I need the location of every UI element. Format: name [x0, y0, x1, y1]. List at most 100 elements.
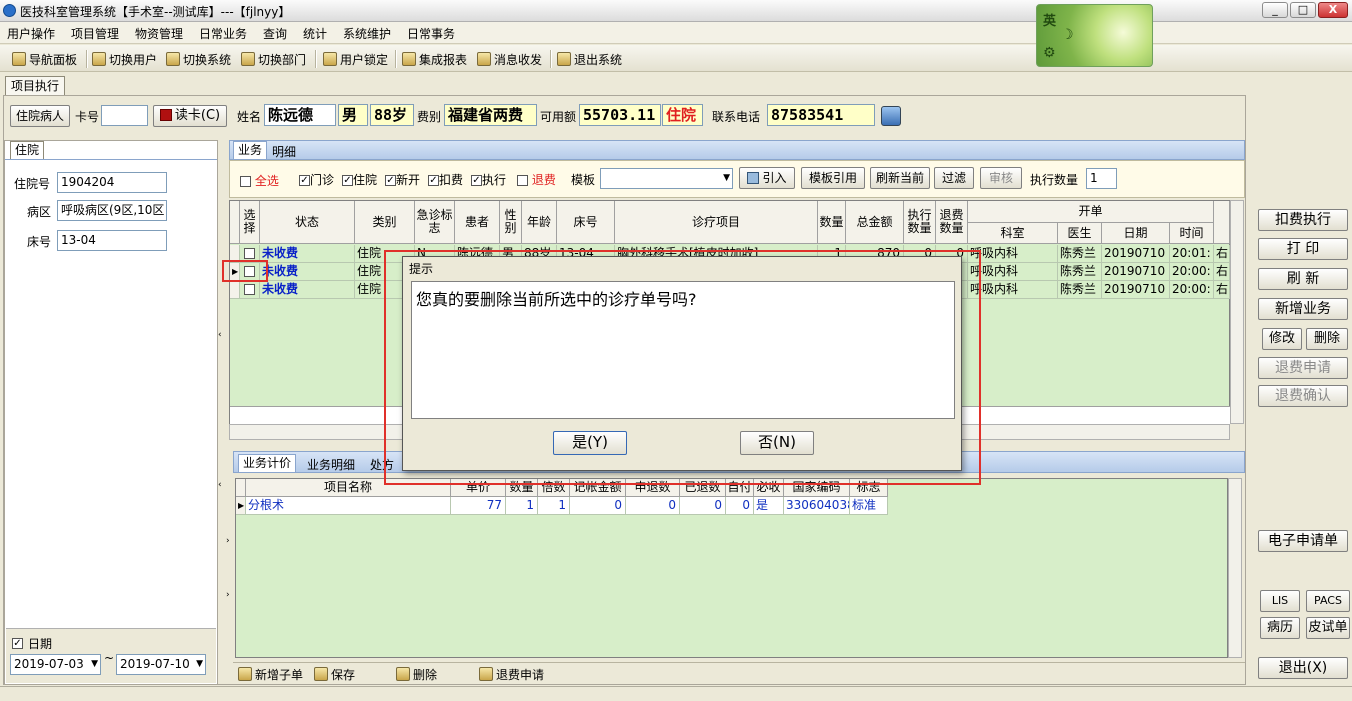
deduct-execute-button[interactable]: 扣费执行 — [1258, 209, 1348, 231]
collapse-left-icon[interactable]: ‹ — [218, 330, 226, 350]
gear-icon[interactable]: ⚙ — [1043, 45, 1056, 61]
no-button[interactable]: 否(N) — [740, 431, 814, 455]
ward-input[interactable]: 呼吸病区(9区,10区 — [57, 200, 167, 221]
col-type[interactable]: 类别 — [355, 201, 415, 244]
print-button[interactable]: 打 印 — [1258, 238, 1348, 260]
moon-icon: ☽ — [1061, 27, 1074, 43]
col-date[interactable]: 日期 — [1102, 223, 1170, 244]
menu-material-mgmt[interactable]: 物资管理 — [135, 25, 183, 42]
tab-project-execute[interactable]: 项目执行 — [5, 76, 66, 96]
delete-button[interactable]: 删除 — [396, 664, 437, 684]
ime-theme-widget[interactable]: 英 ☽ ⚙ — [1036, 4, 1153, 67]
col-select[interactable]: 选择 — [240, 201, 260, 244]
read-card-button[interactable]: 读卡(C) — [153, 105, 227, 127]
col-qty[interactable]: 数量 — [818, 201, 846, 244]
import-button[interactable]: 引入 — [739, 167, 795, 189]
col-age[interactable]: 年龄 — [522, 201, 557, 244]
nav-panel-button[interactable]: 导航面板 — [12, 49, 77, 69]
col-urgent[interactable]: 急诊标志 — [415, 201, 455, 244]
inpatient-no-input[interactable]: 1904204 — [57, 172, 167, 193]
tab-business[interactable]: 业务 — [233, 141, 268, 159]
date-from-picker[interactable]: 2019-07-03 ▼ — [10, 654, 101, 675]
tab-business-detail[interactable]: 业务明细 — [307, 456, 355, 473]
add-child-order-button[interactable]: 新增子单 — [238, 664, 303, 684]
switch-system-button[interactable]: 切换系统 — [166, 49, 231, 69]
tab-pricing[interactable]: 业务计价 — [238, 454, 297, 472]
executed-checkbox[interactable]: ✓执行 — [471, 171, 506, 188]
yes-button[interactable]: 是(Y) — [553, 431, 627, 455]
date-filter-checkbox[interactable]: ✓ — [12, 636, 23, 650]
menu-system-maint[interactable]: 系统维护 — [343, 25, 391, 42]
row-select-checkbox[interactable] — [240, 281, 260, 299]
menu-query[interactable]: 查询 — [263, 25, 287, 42]
template-select[interactable]: ▼ — [600, 168, 733, 189]
user-lock-button[interactable]: 用户锁定 — [323, 49, 388, 69]
close-button[interactable]: X — [1318, 2, 1348, 18]
refund-apply-side-button[interactable]: 退费申请 — [1258, 357, 1348, 379]
filter-button[interactable]: 过滤 — [934, 167, 974, 189]
audit-button[interactable]: 审核 — [980, 167, 1022, 189]
exit-button[interactable]: 退出(X) — [1258, 657, 1348, 679]
collapse-left-icon[interactable]: ‹ — [218, 480, 226, 500]
delete-side-button[interactable]: 删除 — [1306, 328, 1348, 350]
date-to-picker[interactable]: 2019-07-10 ▼ — [116, 654, 206, 675]
new-checkbox[interactable]: ✓新开 — [385, 171, 420, 188]
exit-system-button[interactable]: 退出系统 — [557, 49, 622, 69]
inpatient-checkbox[interactable]: ✓住院 — [342, 171, 377, 188]
expand-right-icon[interactable]: › — [226, 590, 234, 610]
save-button[interactable]: 保存 — [314, 664, 355, 684]
refresh-button[interactable]: 刷 新 — [1258, 268, 1348, 290]
card-number-input[interactable] — [101, 105, 148, 126]
col-status[interactable]: 状态 — [260, 201, 355, 244]
menu-daily-business[interactable]: 日常业务 — [199, 25, 247, 42]
menu-user-ops[interactable]: 用户操作 — [7, 25, 55, 42]
menu-statistics[interactable]: 统计 — [303, 25, 327, 42]
row-indicator[interactable] — [230, 281, 240, 299]
e-request-button[interactable]: 电子申请单 — [1258, 530, 1348, 552]
refresh-current-button[interactable]: 刷新当前 — [870, 167, 930, 189]
tab-inpatient[interactable]: 住院 — [10, 141, 45, 159]
patient-age: 88岁 — [370, 104, 414, 126]
select-all-checkbox[interactable]: 全选 — [240, 172, 279, 189]
col-time[interactable]: 时间 — [1170, 223, 1214, 244]
grid1-vscrollbar[interactable] — [1230, 200, 1244, 424]
exec-qty-input[interactable]: 1 — [1086, 168, 1117, 189]
refund-checkbox[interactable]: 退费 — [517, 171, 556, 188]
col-patient[interactable]: 患者 — [455, 201, 500, 244]
switch-user-button[interactable]: 切换用户 — [92, 49, 157, 69]
medical-record-button[interactable]: 病历 — [1260, 617, 1300, 639]
refund-apply-button[interactable]: 退费申请 — [479, 664, 544, 684]
lis-button[interactable]: LIS — [1260, 590, 1300, 612]
col-sex[interactable]: 性别 — [500, 201, 522, 244]
edit-button[interactable]: 修改 — [1262, 328, 1302, 350]
save-disk-icon[interactable] — [881, 106, 901, 126]
message-button[interactable]: 消息收发 — [477, 49, 542, 69]
col-refund-qty[interactable]: 退费数量 — [936, 201, 968, 244]
col-dept[interactable]: 科室 — [968, 223, 1058, 244]
refund-confirm-button[interactable]: 退费确认 — [1258, 385, 1348, 407]
row-indicator[interactable]: ▶ — [236, 497, 246, 515]
add-business-button[interactable]: 新增业务 — [1258, 298, 1348, 320]
bed-input[interactable]: 13-04 — [57, 230, 167, 251]
charged-checkbox[interactable]: ✓扣费 — [428, 171, 463, 188]
inpatient-button[interactable]: 住院病人 — [10, 105, 70, 127]
expand-right-icon[interactable]: › — [226, 536, 234, 556]
tab-detail[interactable]: 明细 — [272, 143, 296, 160]
template-ref-button[interactable]: 模板引用 — [801, 167, 865, 189]
col-doctor[interactable]: 医生 — [1058, 223, 1102, 244]
integrated-report-button[interactable]: 集成报表 — [402, 49, 467, 69]
col-item[interactable]: 诊疗项目 — [615, 201, 818, 244]
minimize-button[interactable]: _ — [1262, 2, 1288, 18]
col-bed[interactable]: 床号 — [557, 201, 615, 244]
pacs-button[interactable]: PACS — [1306, 590, 1350, 612]
col-amount[interactable]: 总金额 — [846, 201, 904, 244]
skin-test-button[interactable]: 皮试单 — [1306, 617, 1350, 639]
menu-daily-affairs[interactable]: 日常事务 — [407, 25, 455, 42]
menu-project-mgmt[interactable]: 项目管理 — [71, 25, 119, 42]
col-exec-qty[interactable]: 执行数量 — [904, 201, 936, 244]
maximize-button[interactable]: □ — [1290, 2, 1316, 18]
ime-language-indicator[interactable]: 英 — [1043, 10, 1056, 29]
outpatient-checkbox[interactable]: ✓门诊 — [299, 171, 334, 188]
switch-dept-button[interactable]: 切换部门 — [241, 49, 306, 69]
grid2-vscrollbar[interactable] — [1228, 478, 1242, 658]
